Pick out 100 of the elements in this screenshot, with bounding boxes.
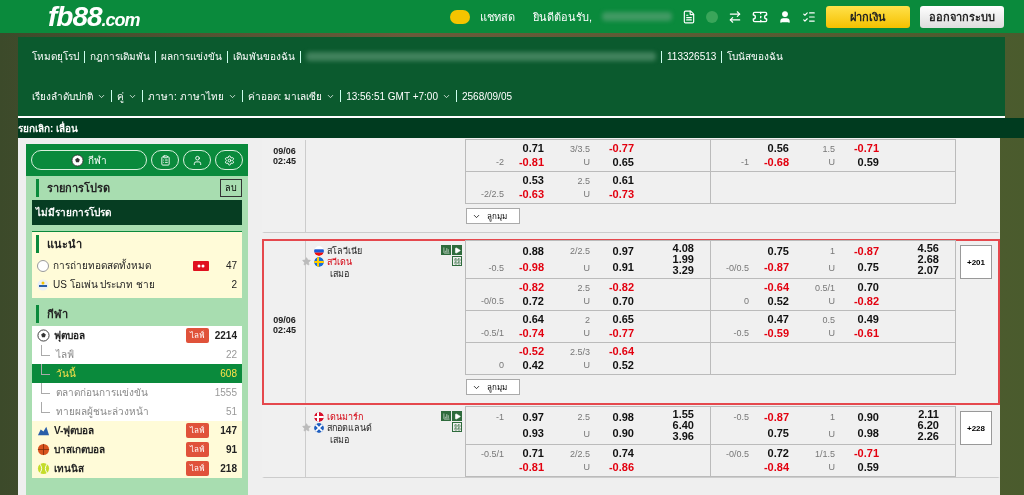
odds-value[interactable]: 1.99: [672, 254, 694, 265]
star-icon[interactable]: [302, 423, 311, 432]
odds-value[interactable]: 0.61: [594, 175, 634, 187]
odds-value[interactable]: 0.98: [594, 411, 634, 423]
odds-value[interactable]: 2.07: [917, 265, 939, 276]
sport-subitem[interactable]: ไลฟ์ 22: [32, 345, 242, 364]
sport-item[interactable]: ฟุตบอล ไลฟ์ 2214: [32, 326, 242, 345]
live-chat-link[interactable]: แชทสด: [479, 7, 515, 26]
settings-dropdown[interactable]: 13:56:51 GMT +7:00: [346, 90, 451, 102]
chat-bubble-icon[interactable]: [449, 9, 470, 24]
settings-dropdown[interactable]: คู่: [117, 88, 137, 104]
odds-value[interactable]: -0.82: [504, 282, 544, 294]
logout-button[interactable]: ออกจากระบบ: [920, 5, 1004, 28]
user-icon[interactable]: [778, 9, 792, 24]
sport-subitem[interactable]: ตลาดก่อนการแข่งขัน 1555: [32, 383, 242, 402]
odds-value[interactable]: 0.71: [504, 143, 544, 155]
odds-value[interactable]: 3.96: [672, 431, 694, 442]
odds-value[interactable]: 0.72: [749, 448, 789, 460]
odds-value[interactable]: -0.52: [504, 346, 544, 358]
odds-value[interactable]: 0.65: [594, 156, 634, 168]
odds-value[interactable]: 0.47: [749, 314, 789, 326]
odds-value[interactable]: -0.73: [594, 188, 634, 200]
odds-value[interactable]: 0.97: [504, 411, 544, 423]
transfer-icon[interactable]: [728, 9, 742, 24]
odds-value[interactable]: 0.52: [749, 295, 789, 307]
odds-value[interactable]: -0.77: [594, 327, 634, 339]
odds-value[interactable]: -0.84: [749, 461, 789, 473]
odds-value[interactable]: -0.71: [839, 448, 879, 460]
odds-value[interactable]: 0.93: [504, 428, 544, 440]
odds-value[interactable]: -0.87: [749, 411, 789, 423]
odds-value[interactable]: -0.87: [839, 245, 879, 257]
odds-value[interactable]: 2.11: [918, 409, 939, 420]
odds-value[interactable]: 0.75: [749, 428, 789, 440]
nav-link[interactable]: ผลการแข่งขัน: [161, 49, 222, 65]
odds-value[interactable]: 0.91: [594, 262, 634, 274]
statement-icon[interactable]: [682, 9, 696, 24]
odds-value[interactable]: 6.20: [917, 420, 939, 431]
odds-value[interactable]: 0.88: [504, 245, 544, 257]
odds-value[interactable]: -0.82: [594, 282, 634, 294]
odds-value[interactable]: 0.64: [504, 314, 544, 326]
more-markets-button[interactable]: +201: [960, 245, 992, 279]
odds-value[interactable]: -0.61: [839, 327, 879, 339]
odds-value[interactable]: 0.59: [839, 461, 879, 473]
odds-value[interactable]: 0.98: [839, 428, 879, 440]
odds-value[interactable]: 0.70: [839, 282, 879, 294]
odds-value[interactable]: -0.82: [839, 295, 879, 307]
odds-value[interactable]: 0.53: [504, 175, 544, 187]
play-icon[interactable]: [452, 411, 462, 421]
odds-value[interactable]: 4.56: [917, 243, 939, 254]
sport-item[interactable]: V-ฟุตบอล ไลฟ์ 147: [32, 421, 242, 440]
odds-value[interactable]: -0.59: [749, 327, 789, 339]
odds-value[interactable]: 0.71: [504, 448, 544, 460]
sidebar-item[interactable]: US โอเพ่น ประเภท ชาย 2: [32, 275, 242, 294]
odds-value[interactable]: -0.68: [749, 156, 789, 168]
sidebar-item[interactable]: การถ่ายทอดสดทั้งหมด 47: [32, 256, 242, 275]
site-logo[interactable]: fb88.com: [48, 0, 140, 33]
nav-link[interactable]: โบนัสของฉัน: [727, 49, 784, 65]
odds-value[interactable]: -0.81: [504, 461, 544, 473]
odds-value[interactable]: 0.72: [504, 295, 544, 307]
odds-value[interactable]: -0.81: [504, 156, 544, 168]
sport-subitem[interactable]: วันนี้ 608: [32, 364, 242, 383]
nav-link[interactable]: กฎการเดิมพัน: [90, 49, 150, 65]
corners-button[interactable]: ลูกมุม: [466, 208, 520, 224]
clear-button[interactable]: ลบ: [220, 179, 242, 197]
odds-value[interactable]: 0.65: [594, 314, 634, 326]
nav-link[interactable]: โหมดยุโรป: [32, 49, 79, 65]
odds-value[interactable]: -0.98: [504, 262, 544, 274]
pitch-icon[interactable]: [452, 256, 462, 266]
odds-value[interactable]: -0.71: [839, 143, 879, 155]
sport-item[interactable]: เทนนิส ไลฟ์ 218: [32, 459, 242, 478]
odds-value[interactable]: 0.75: [749, 245, 789, 257]
odds-value[interactable]: 6.40: [672, 420, 694, 431]
play-icon[interactable]: [452, 245, 462, 255]
odds-value[interactable]: -0.63: [504, 188, 544, 200]
odds-value[interactable]: 0.52: [594, 359, 634, 371]
sport-item[interactable]: บาสเกตบอล ไลฟ์ 91: [32, 440, 242, 459]
stats-icon[interactable]: [441, 245, 451, 255]
odds-value[interactable]: 0.90: [839, 411, 879, 423]
odds-value[interactable]: 0.97: [594, 245, 634, 257]
odds-value[interactable]: 0.42: [504, 359, 544, 371]
odds-value[interactable]: 0.75: [839, 262, 879, 274]
pitch-icon[interactable]: [452, 422, 462, 432]
settings-dropdown[interactable]: ภาษา: ภาษาไทย: [148, 88, 237, 104]
nav-link[interactable]: 113326513: [667, 51, 717, 63]
odds-value[interactable]: 3.29: [672, 265, 694, 276]
odds-value[interactable]: 0.56: [749, 143, 789, 155]
odds-value[interactable]: 0.59: [839, 156, 879, 168]
odds-value[interactable]: 0.70: [594, 295, 634, 307]
checklist-icon[interactable]: [802, 9, 816, 24]
stats-icon[interactable]: [441, 411, 451, 421]
deposit-button[interactable]: ฝากเงิน: [826, 5, 910, 28]
odds-value[interactable]: 1.55: [672, 409, 694, 420]
odds-value[interactable]: 0.90: [594, 428, 634, 440]
odds-value[interactable]: -0.77: [594, 143, 634, 155]
odds-value[interactable]: 0.74: [594, 448, 634, 460]
odds-value[interactable]: -0.87: [749, 262, 789, 274]
settings-dropdown[interactable]: ค่าออด: มาเลเซีย: [247, 88, 336, 104]
corners-button[interactable]: ลูกมุม: [466, 379, 520, 395]
odds-value[interactable]: 2.68: [917, 254, 939, 265]
odds-value[interactable]: -0.74: [504, 327, 544, 339]
